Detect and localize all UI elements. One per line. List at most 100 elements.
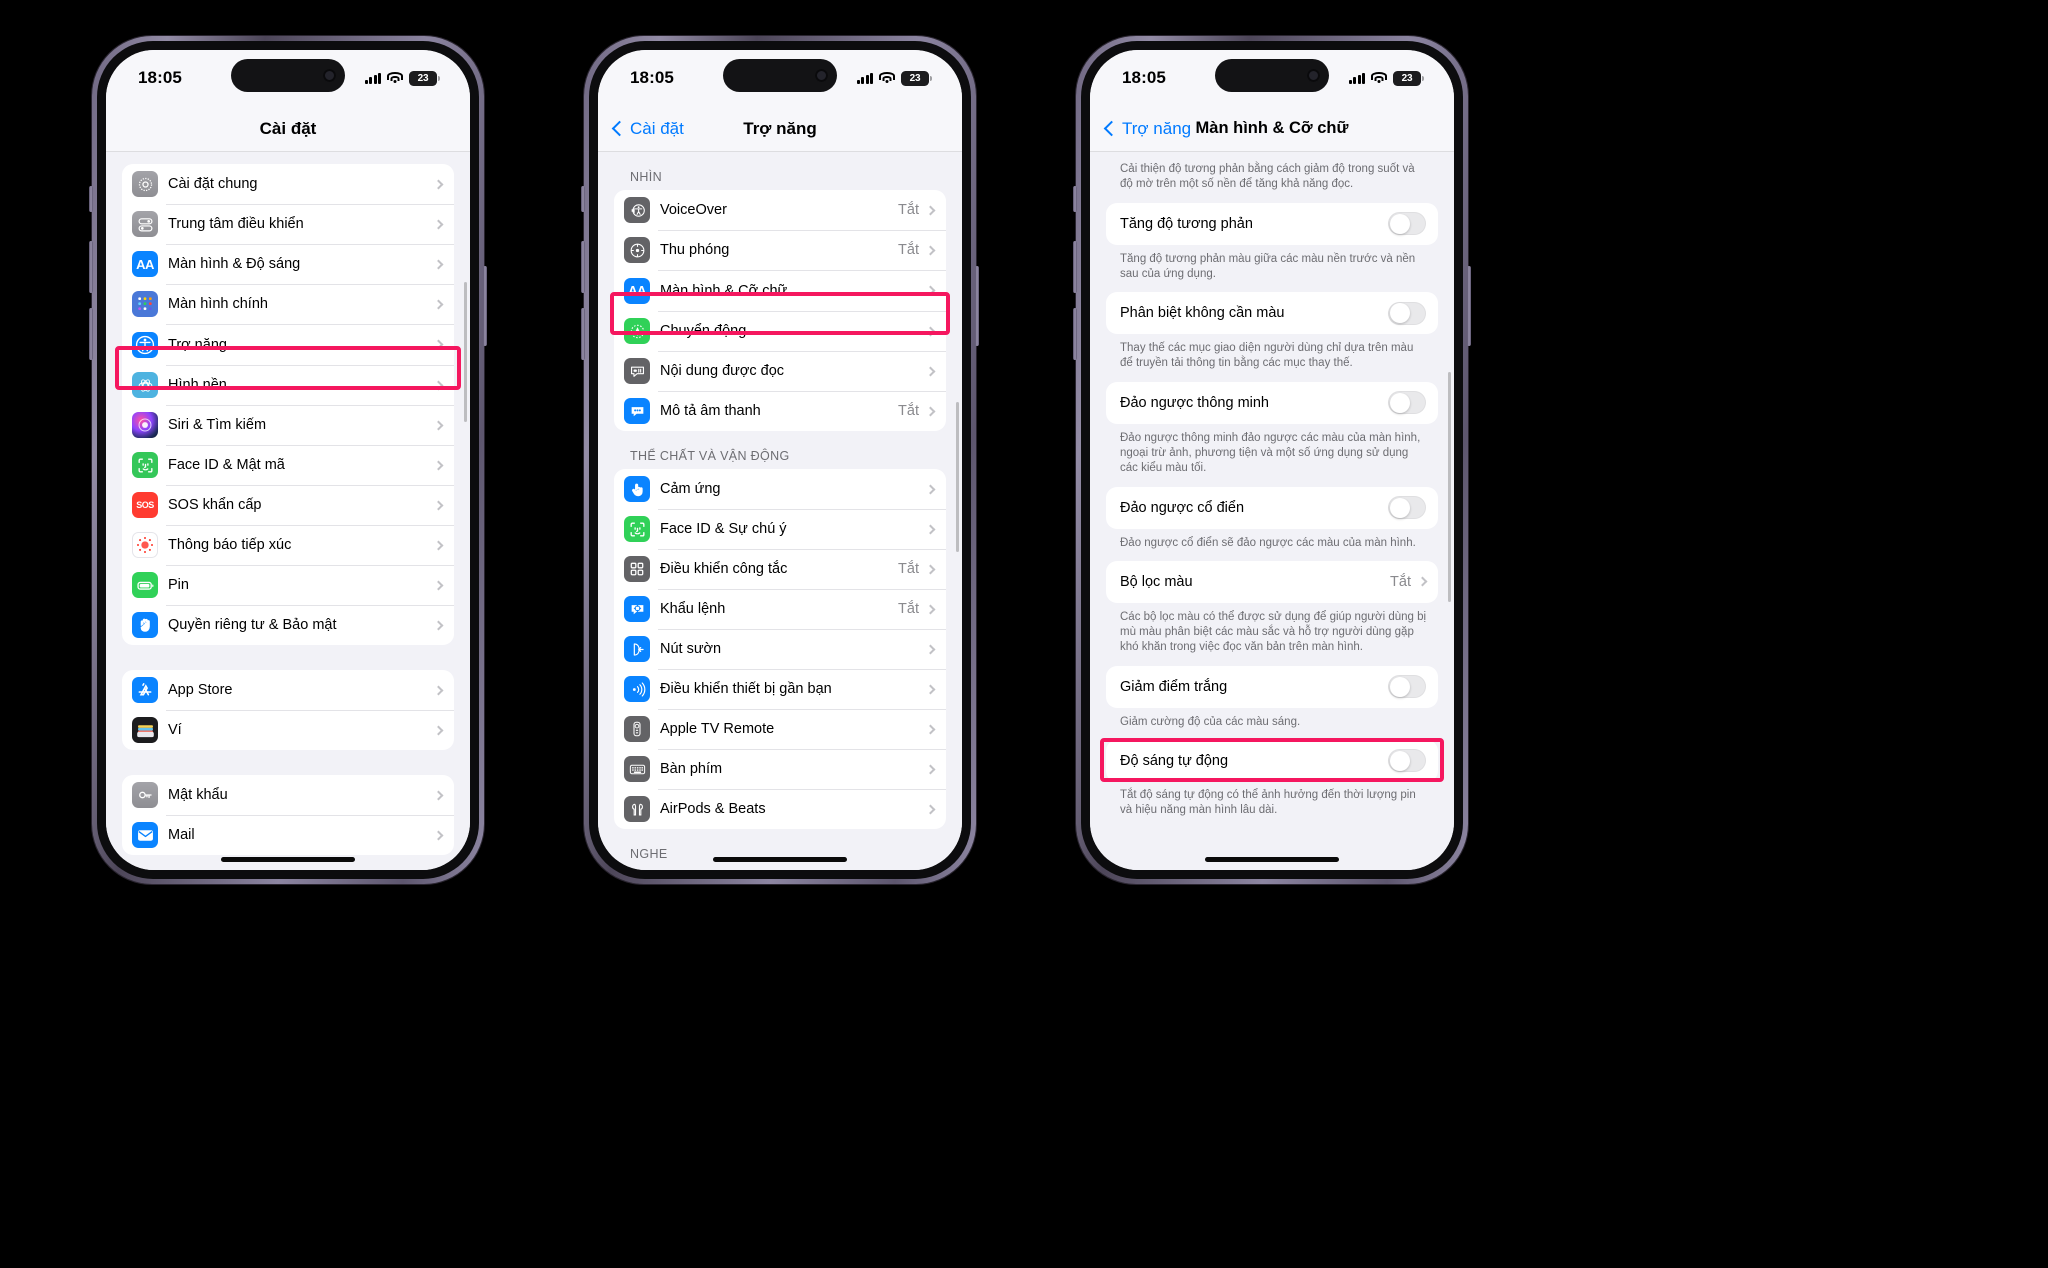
sidebar-item-app-store[interactable]: App Store: [122, 670, 454, 710]
list-item-display-text-size[interactable]: AA Màn hình & Cỡ chữ: [614, 270, 946, 311]
chevron-right-icon: [925, 326, 936, 336]
phone-2-screen: 18:05 23 Cài đặt Trợ năng NHÌN VoiceOver…: [598, 50, 962, 870]
volume-down-button[interactable]: [1073, 308, 1077, 360]
sidebar-item-exposure-notifications[interactable]: Thông báo tiếp xúc: [122, 525, 454, 565]
sidebar-item-home-screen[interactable]: Màn hình chính: [122, 284, 454, 324]
touch-icon: [624, 476, 650, 502]
passwords-key-icon: [132, 782, 158, 808]
sidebar-item-battery[interactable]: Pin: [122, 565, 454, 605]
list-item-label: Phân biệt không cần màu: [1120, 305, 1285, 322]
differentiate-without-color-toggle[interactable]: [1388, 301, 1426, 325]
list-item-value: Tắt: [898, 202, 919, 218]
smart-invert-row[interactable]: Đảo ngược thông minh: [1106, 382, 1438, 424]
scrollbar[interactable]: [464, 282, 467, 422]
back-button[interactable]: Trợ năng: [1103, 119, 1191, 139]
sidebar-item-siri-search[interactable]: Siri & Tìm kiếm: [122, 405, 454, 445]
list-item-value: Tắt: [1390, 573, 1411, 590]
color-filters-row[interactable]: Bộ lọc màu Tắt: [1106, 561, 1438, 603]
classic-invert-row[interactable]: Đảo ngược cổ điển: [1106, 487, 1438, 529]
increase-contrast-row[interactable]: Tăng độ tương phản: [1106, 203, 1438, 245]
chevron-left-icon: [1103, 120, 1120, 137]
list-item-face-id-attention[interactable]: Face ID & Sự chú ý: [614, 509, 946, 549]
battery-icon: 23: [409, 70, 440, 86]
list-item-voice-control[interactable]: Khẩu lệnh Tắt: [614, 589, 946, 629]
list-item-apple-tv-remote[interactable]: Apple TV Remote: [614, 709, 946, 749]
sidebar-item-face-id-passcode[interactable]: Face ID & Mật mã: [122, 445, 454, 485]
volume-down-button[interactable]: [581, 308, 585, 360]
chevron-right-icon: [1417, 576, 1428, 587]
sidebar-item-wallpaper[interactable]: Hình nền: [122, 365, 454, 405]
chevron-right-icon: [925, 524, 936, 534]
list-item-audio-description[interactable]: Mô tả âm thanh Tắt: [614, 391, 946, 431]
volume-up-button[interactable]: [581, 241, 585, 293]
list-item-label: Thu phóng: [660, 242, 730, 258]
wifi-icon: [1371, 72, 1387, 84]
sidebar-item-wallet[interactable]: Ví: [122, 710, 454, 750]
chevron-left-icon: [611, 120, 628, 137]
list-item-value: Tắt: [898, 601, 919, 617]
differentiate-without-color-description: Thay thế các mục giao diện người dùng ch…: [1120, 342, 1414, 370]
auto-brightness-row[interactable]: Độ sáng tự động: [1106, 740, 1438, 782]
mute-switch[interactable]: [1073, 186, 1077, 212]
chevron-right-icon: [433, 790, 444, 800]
chevron-right-icon: [925, 804, 936, 814]
reduce-white-point-toggle[interactable]: [1388, 675, 1426, 699]
classic-invert-toggle[interactable]: [1388, 496, 1426, 520]
list-item-nearby-device-control[interactable]: Điều khiển thiết bị gần bạn: [614, 669, 946, 709]
sidebar-item-passwords[interactable]: Mật khẩu: [122, 775, 454, 815]
power-button[interactable]: [1467, 266, 1471, 346]
home-indicator[interactable]: [1205, 857, 1339, 862]
sidebar-item-control-center[interactable]: Trung tâm điều khiển: [122, 204, 454, 244]
increase-contrast-toggle[interactable]: [1388, 212, 1426, 236]
power-button[interactable]: [975, 266, 979, 346]
list-item-label: VoiceOver: [660, 202, 727, 218]
list-item-label: Hình nền: [168, 377, 227, 393]
volume-up-button[interactable]: [1073, 241, 1077, 293]
back-button-label: Cài đặt: [630, 118, 684, 138]
scrollbar[interactable]: [1448, 372, 1451, 602]
list-item-airpods-beats[interactable]: AirPods & Beats: [614, 789, 946, 829]
list-item-spoken-content[interactable]: Nội dung được đọc: [614, 351, 946, 391]
chevron-right-icon: [433, 725, 444, 735]
sidebar-item-mail[interactable]: Mail: [122, 815, 454, 855]
list-item-voiceover[interactable]: VoiceOver Tắt: [614, 190, 946, 230]
reduce-white-point-row[interactable]: Giảm điểm trắng: [1106, 666, 1438, 708]
sidebar-item-display-brightness[interactable]: AA Màn hình & Độ sáng: [122, 244, 454, 284]
differentiate-without-color-row[interactable]: Phân biệt không cần màu: [1106, 292, 1438, 334]
volume-up-button[interactable]: [89, 241, 93, 293]
phone-3-list[interactable]: Cải thiện độ tương phản bằng cách giảm đ…: [1090, 152, 1454, 870]
cellular-bars-icon: [364, 72, 381, 84]
list-item-zoom[interactable]: Thu phóng Tắt: [614, 230, 946, 270]
phone-1-list[interactable]: Cài đặt chung Trung tâm điều khiển AA Mà…: [106, 152, 470, 870]
smart-invert-toggle[interactable]: [1388, 391, 1426, 415]
scrollbar[interactable]: [956, 402, 959, 552]
sidebar-item-general[interactable]: Cài đặt chung: [122, 164, 454, 204]
home-indicator[interactable]: [713, 857, 847, 862]
list-item-switch-control[interactable]: Điều khiển công tắc Tắt: [614, 549, 946, 589]
list-item-keyboard[interactable]: Bàn phím: [614, 749, 946, 789]
sidebar-item-accessibility[interactable]: Trợ năng: [122, 324, 454, 365]
list-item-label: Face ID & Mật mã: [168, 457, 285, 473]
airpods-icon: [624, 796, 650, 822]
list-item-label: Đảo ngược thông minh: [1120, 394, 1269, 411]
power-button[interactable]: [483, 266, 487, 346]
list-item-motion[interactable]: Chuyển động: [614, 311, 946, 351]
mute-switch[interactable]: [89, 186, 93, 212]
mute-switch[interactable]: [581, 186, 585, 212]
phone-2-list[interactable]: NHÌN VoiceOver Tắt Thu phóng Tắt AA Màn …: [598, 152, 962, 870]
sidebar-item-privacy-security[interactable]: Quyền riêng tư & Bảo mật: [122, 605, 454, 645]
cellular-bars-icon: [1348, 72, 1365, 84]
back-button[interactable]: Cài đặt: [611, 118, 684, 139]
volume-down-button[interactable]: [89, 308, 93, 360]
home-indicator[interactable]: [221, 857, 355, 862]
battery-icon: 23: [1393, 70, 1424, 86]
list-item-label: Tăng độ tương phản: [1120, 215, 1253, 232]
list-item-side-button[interactable]: Nút sườn: [614, 629, 946, 669]
sidebar-item-emergency-sos[interactable]: SOS SOS khẩn cấp: [122, 485, 454, 525]
battery-icon: 23: [901, 70, 932, 86]
keyboard-icon: [624, 756, 650, 782]
home-screen-icon: [132, 291, 158, 317]
status-time: 18:05: [630, 68, 674, 87]
auto-brightness-toggle[interactable]: [1388, 749, 1426, 773]
list-item-touch[interactable]: Cảm ứng: [614, 469, 946, 509]
